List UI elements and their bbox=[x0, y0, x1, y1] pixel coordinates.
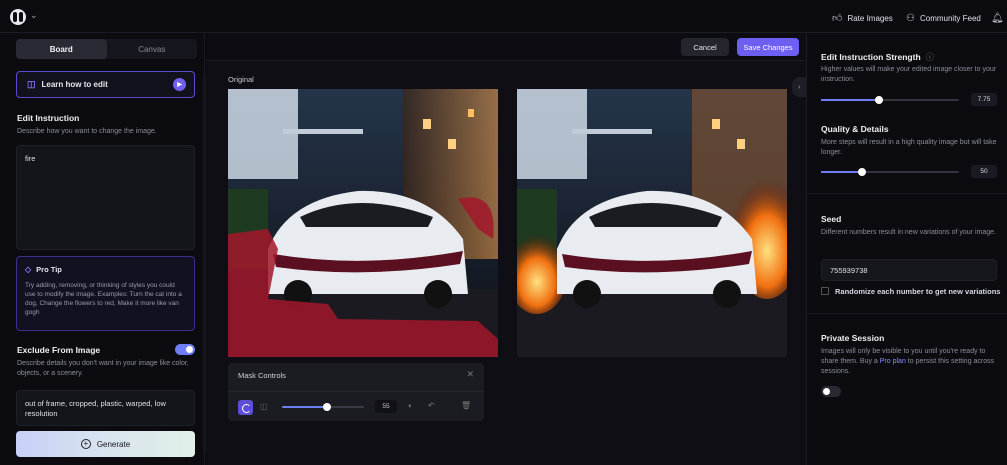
original-label: Original bbox=[228, 75, 254, 84]
edit-instruction-input[interactable]: fire bbox=[16, 145, 195, 250]
strength-fill bbox=[821, 99, 879, 101]
mode-tabs: Board Canvas bbox=[16, 39, 197, 59]
editor-toolbar: Cancel Save Changes bbox=[206, 33, 806, 61]
randomize-label: Randomize each number to get new variati… bbox=[835, 287, 1001, 296]
edited-image[interactable] bbox=[517, 89, 787, 357]
private-session-toggle[interactable] bbox=[821, 386, 841, 397]
seed-input[interactable]: 755939738 bbox=[821, 259, 997, 281]
editor-canvas: Cancel Save Changes Original › Mask Cont… bbox=[206, 33, 806, 465]
exclude-toggle[interactable] bbox=[175, 344, 195, 355]
quality-fill bbox=[821, 171, 862, 173]
seed-desc: Different numbers result in new variatio… bbox=[821, 229, 996, 236]
rate-images-link[interactable]: 👍︎ Rate Images bbox=[832, 11, 893, 25]
edit-instruction-title: Edit Instruction bbox=[17, 113, 80, 123]
private-session-desc: Images will only be visible to you until… bbox=[821, 348, 995, 375]
pro-tip-text: Try adding, removing, or thinking of sty… bbox=[25, 282, 182, 316]
save-changes-button[interactable]: Save Changes bbox=[737, 38, 799, 56]
trash-icon[interactable]: 🗑︎ bbox=[461, 401, 471, 410]
brush-size-slider[interactable] bbox=[282, 403, 364, 411]
exclude-input[interactable]: out of frame, cropped, plastic, warped, … bbox=[16, 390, 195, 426]
community-feed-label: Community Feed bbox=[919, 13, 981, 23]
brush-size-thumb[interactable] bbox=[323, 403, 331, 411]
plus-circle-icon: + bbox=[80, 439, 91, 449]
arrow-right-icon: ▶ bbox=[173, 78, 186, 91]
strength-slider[interactable] bbox=[821, 96, 959, 104]
rate-images-label: Rate Images bbox=[847, 13, 893, 23]
top-bar: ⌄ 👍︎ Rate Images ⚇ Community Feed 🔔︎ bbox=[0, 0, 1007, 33]
quality-thumb[interactable] bbox=[858, 168, 866, 176]
private-session-title: Private Session bbox=[821, 333, 885, 343]
brush-size-fill bbox=[282, 406, 327, 408]
generate-label: Generate bbox=[96, 439, 131, 449]
brush-size-value: 55 bbox=[375, 400, 397, 413]
community-feed-link[interactable]: ⚇ Community Feed bbox=[906, 11, 981, 25]
learn-label: Learn how to edit bbox=[41, 80, 108, 89]
quality-desc: More steps will result in a high quality… bbox=[821, 139, 997, 156]
bell-icon[interactable]: 🔔︎ bbox=[991, 11, 1004, 25]
right-panel: Edit Instruction Strength ⓘ Higher value… bbox=[806, 33, 1007, 465]
strength-title: Edit Instruction Strength bbox=[821, 52, 921, 62]
divider bbox=[807, 313, 1007, 314]
learn-how-to-edit-button[interactable]: ◫ Learn how to edit ▶ bbox=[16, 71, 195, 98]
mask-controls-panel: Mask Controls ✕ ◫ 55 ◐ ↶ 🗑︎ bbox=[228, 363, 484, 421]
undo-icon[interactable]: ↶ bbox=[428, 401, 435, 410]
strength-value[interactable]: 7.75 bbox=[971, 93, 997, 106]
thumbs-up-icon: 👍︎ bbox=[832, 13, 843, 24]
chevron-down-icon[interactable]: ⌄ bbox=[30, 10, 38, 21]
seed-title: Seed bbox=[821, 214, 842, 224]
tab-canvas[interactable]: Canvas bbox=[107, 39, 198, 59]
pro-tip-box: ◇ Pro Tip Try adding, removing, or think… bbox=[16, 256, 195, 331]
quality-slider[interactable] bbox=[821, 168, 959, 176]
mask-controls-title: Mask Controls bbox=[238, 371, 286, 380]
collapse-panel-icon[interactable]: › bbox=[792, 77, 806, 97]
users-icon: ⚇ bbox=[906, 12, 915, 24]
edit-instruction-desc: Describe how you want to change the imag… bbox=[17, 128, 157, 135]
exclude-title: Exclude From Image bbox=[17, 345, 101, 355]
pro-plan-link[interactable]: Pro plan bbox=[880, 358, 906, 365]
close-icon[interactable]: ✕ bbox=[466, 369, 474, 380]
strength-thumb[interactable] bbox=[875, 96, 883, 104]
divider bbox=[807, 193, 1007, 194]
original-image[interactable] bbox=[228, 89, 498, 357]
randomize-checkbox[interactable] bbox=[821, 287, 829, 295]
strength-desc: Higher values will make your edited imag… bbox=[821, 66, 997, 83]
brush-mode-button[interactable] bbox=[238, 400, 253, 415]
quality-title: Quality & Details bbox=[821, 124, 889, 134]
diamond-icon: ◇ bbox=[25, 265, 32, 274]
fill-icon[interactable]: ◐ bbox=[408, 401, 413, 410]
app-logo-icon[interactable] bbox=[10, 9, 26, 25]
exclude-desc: Describe details you don't want in your … bbox=[17, 360, 189, 377]
pro-tip-title: Pro Tip bbox=[36, 265, 62, 274]
book-icon: ◫ bbox=[27, 79, 36, 89]
generate-button[interactable]: + Generate bbox=[16, 431, 195, 457]
quality-value[interactable]: 50 bbox=[971, 165, 997, 178]
eraser-icon[interactable]: ◫ bbox=[260, 402, 268, 411]
info-icon[interactable]: ⓘ bbox=[926, 51, 935, 63]
left-panel: Board Canvas ◫ Learn how to edit ▶ Edit … bbox=[0, 33, 206, 465]
cancel-button[interactable]: Cancel bbox=[681, 38, 729, 56]
tab-board[interactable]: Board bbox=[16, 39, 107, 59]
